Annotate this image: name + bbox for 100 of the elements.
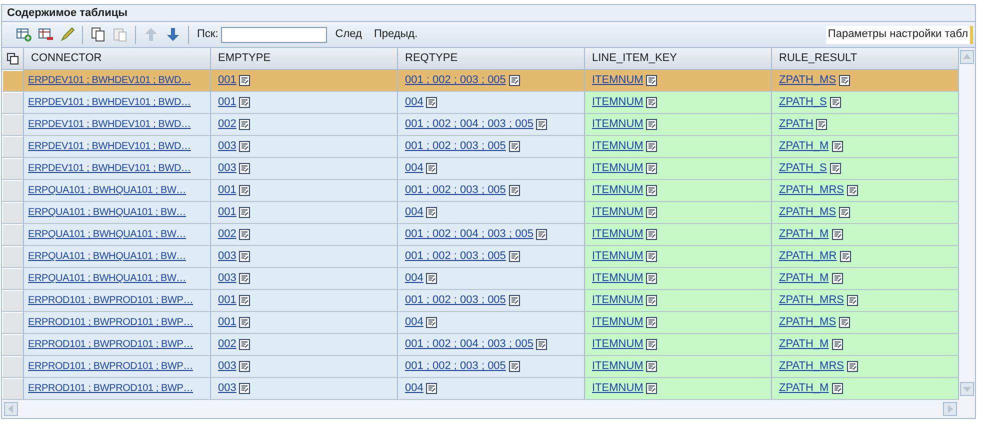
cell-link[interactable]: 003 (218, 270, 236, 287)
value-help-icon[interactable] (426, 97, 438, 108)
cell-link[interactable]: ZPATH_M (779, 336, 829, 353)
cell-link[interactable]: ITEMNUM (592, 138, 644, 155)
cell-link[interactable]: ERPDEV101 ; BWHDEV101 ; BWD… (28, 95, 191, 110)
cell-link[interactable]: 001 ; 002 ; 003 ; 005 (405, 248, 506, 265)
cell-link[interactable]: ERPDEV101 ; BWHDEV101 ; BWD… (28, 161, 191, 176)
cell-link[interactable]: 004 (405, 314, 424, 331)
column-header[interactable]: CONNECTOR (24, 48, 211, 69)
cell-link[interactable]: 001 ; 002 ; 004 ; 003 ; 005 (405, 336, 534, 353)
value-help-icon[interactable] (239, 141, 250, 152)
cell-link[interactable]: ERPQUA101 ; BWHQUA101 ; BW… (28, 183, 186, 198)
value-help-icon[interactable] (646, 361, 658, 372)
cell-link[interactable]: 002 (218, 226, 236, 243)
cell-link[interactable]: ERPROD101 ; BWPROD101 ; BWP… (28, 381, 194, 396)
value-help-icon[interactable] (646, 295, 658, 306)
value-help-icon[interactable] (847, 295, 858, 306)
cell-link[interactable]: 001 ; 002 ; 003 ; 005 (405, 182, 506, 199)
value-help-icon[interactable] (646, 141, 658, 152)
column-header[interactable]: LINE_ITEM_KEY (585, 48, 772, 69)
cell-link[interactable]: 004 (405, 270, 424, 287)
cell-link[interactable]: ZPATH_M (779, 226, 829, 243)
cell-link[interactable]: 001 ; 002 ; 004 ; 003 ; 005 (405, 116, 534, 133)
value-help-icon[interactable] (508, 251, 520, 262)
value-help-icon[interactable] (832, 141, 843, 152)
cell-link[interactable]: ZPATH_MRS (779, 292, 844, 309)
cell-link[interactable]: ZPATH_MS (779, 72, 836, 89)
value-help-icon[interactable] (646, 273, 658, 284)
search-field[interactable] (221, 26, 328, 42)
cell-link[interactable]: ITEMNUM (592, 226, 644, 243)
value-help-icon[interactable] (239, 119, 250, 130)
cell-link[interactable]: 003 (218, 380, 236, 397)
cell-link[interactable]: ERPROD101 ; BWPROD101 ; BWP… (28, 359, 194, 374)
value-help-icon[interactable] (646, 251, 658, 262)
cell-link[interactable]: ITEMNUM (592, 204, 644, 221)
value-help-icon[interactable] (816, 119, 828, 130)
cell-link[interactable]: 003 (218, 248, 236, 265)
cell-link[interactable]: ZPATH_M (779, 380, 829, 397)
value-help-icon[interactable] (239, 361, 250, 372)
cell-link[interactable]: ZPATH_S (779, 160, 827, 177)
cell-link[interactable]: 001 ; 002 ; 003 ; 005 (405, 358, 506, 375)
table-settings-button[interactable]: Параметры настройки табл (826, 26, 973, 44)
value-help-icon[interactable] (832, 273, 843, 284)
cell-link[interactable]: 001 ; 002 ; 003 ; 005 (405, 138, 506, 155)
cell-link[interactable]: ITEMNUM (592, 270, 644, 287)
value-help-icon[interactable] (508, 295, 520, 306)
cell-link[interactable]: 003 (218, 358, 236, 375)
cell-link[interactable]: 002 (218, 116, 236, 133)
value-help-icon[interactable] (646, 163, 658, 174)
cell-link[interactable]: ITEMNUM (592, 182, 644, 199)
value-help-icon[interactable] (646, 229, 658, 240)
cell-link[interactable]: 001 (218, 72, 236, 89)
cell-link[interactable]: ZPATH_S (779, 94, 827, 111)
cell-link[interactable]: ZPATH_MS (779, 314, 836, 331)
value-help-icon[interactable] (646, 317, 658, 328)
cell-link[interactable]: ITEMNUM (592, 116, 644, 133)
cell-link[interactable]: ITEMNUM (592, 314, 644, 331)
value-help-icon[interactable] (646, 383, 658, 394)
cell-link[interactable]: 004 (405, 204, 424, 221)
select-all-icon[interactable] (6, 52, 18, 64)
cell-link[interactable]: ZPATH_MRS (779, 358, 844, 375)
value-help-icon[interactable] (239, 295, 250, 306)
cell-link[interactable]: ITEMNUM (592, 336, 644, 353)
value-help-icon[interactable] (536, 119, 548, 130)
cell-link[interactable]: 004 (405, 380, 424, 397)
value-help-icon[interactable] (239, 339, 250, 350)
cell-link[interactable]: 004 (405, 94, 424, 111)
value-help-icon[interactable] (239, 75, 250, 86)
value-help-icon[interactable] (426, 207, 438, 218)
value-help-icon[interactable] (830, 163, 841, 174)
value-help-icon[interactable] (239, 317, 250, 328)
cell-link[interactable]: 003 (218, 138, 236, 155)
value-help-icon[interactable] (239, 273, 250, 284)
cell-link[interactable]: 004 (405, 160, 424, 177)
column-header[interactable]: EMPTYPE (211, 48, 398, 69)
value-help-icon[interactable] (646, 75, 658, 86)
value-help-icon[interactable] (239, 163, 250, 174)
value-help-icon[interactable] (426, 273, 438, 284)
value-help-icon[interactable] (239, 97, 250, 108)
value-help-icon[interactable] (536, 339, 548, 350)
cell-link[interactable]: ERPROD101 ; BWPROD101 ; BWP… (28, 293, 194, 308)
cell-link[interactable]: ZPATH_M (779, 138, 829, 155)
value-help-icon[interactable] (426, 317, 438, 328)
value-help-icon[interactable] (832, 229, 843, 240)
value-help-icon[interactable] (536, 229, 548, 240)
value-help-icon[interactable] (239, 251, 250, 262)
cell-link[interactable]: 002 (218, 336, 236, 353)
cell-link[interactable]: ERPQUA101 ; BWHQUA101 ; BW… (28, 205, 186, 220)
cell-link[interactable]: ZPATH_MS (779, 204, 836, 221)
value-help-icon[interactable] (239, 229, 250, 240)
value-help-icon[interactable] (840, 251, 851, 262)
column-header[interactable]: REQTYPE (398, 48, 585, 69)
cell-link[interactable]: 001 ; 002 ; 003 ; 005 (405, 292, 506, 309)
value-help-icon[interactable] (426, 163, 438, 174)
previous-link[interactable]: Предыд. (374, 26, 418, 43)
cell-link[interactable]: ITEMNUM (592, 160, 644, 177)
value-help-icon[interactable] (832, 339, 843, 350)
cell-link[interactable]: 001 (218, 182, 236, 199)
cell-link[interactable]: ITEMNUM (592, 292, 644, 309)
cell-link[interactable]: ITEMNUM (592, 94, 644, 111)
